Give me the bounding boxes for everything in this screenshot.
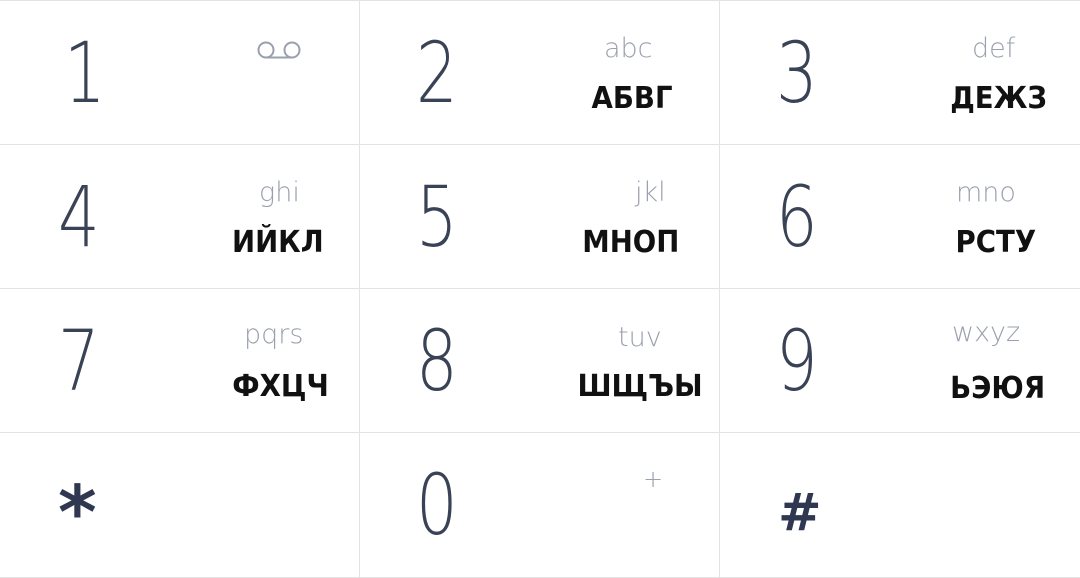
key-letters-latin: pqrs	[244, 319, 304, 350]
key-letters-cyrillic: ЬЭЮЯ	[950, 371, 1046, 406]
key-star[interactable]: *	[0, 433, 360, 578]
key-6[interactable]: 6 mno РСТУ	[720, 145, 1080, 289]
key-9[interactable]: 9 wxyz ЬЭЮЯ	[720, 289, 1080, 433]
key-letters-latin: abc	[604, 33, 653, 64]
key-digit: 7	[58, 312, 100, 410]
voicemail-icon	[257, 41, 301, 59]
key-5[interactable]: 5 jkl МНОП	[360, 145, 720, 289]
key-digit: 2	[416, 24, 458, 122]
key-digit: 5	[416, 168, 458, 266]
key-letters-cyrillic: ФХЦЧ	[232, 369, 329, 404]
key-digit: 9	[776, 312, 818, 410]
key-2[interactable]: 2 abc АБВГ	[360, 1, 720, 145]
key-digit: 0	[416, 456, 458, 554]
key-letters-cyrillic: МНОП	[582, 225, 680, 260]
key-3[interactable]: 3 def ДЕЖЗ	[720, 1, 1080, 145]
key-letters-latin: wxyz	[952, 317, 1021, 348]
key-digit: 8	[416, 312, 458, 410]
key-digit: 4	[58, 168, 100, 266]
key-letters-cyrillic: ДЕЖЗ	[950, 81, 1048, 116]
key-7[interactable]: 7 pqrs ФХЦЧ	[0, 289, 360, 433]
plus-label: +	[643, 465, 664, 493]
key-letters-latin: tuv	[618, 322, 662, 353]
key-1[interactable]: 1	[0, 1, 360, 145]
key-letters-latin: mno	[956, 177, 1016, 208]
dial-pad: 1 2 abc АБВГ 3 def ДЕЖЗ 4 ghi ИЙКЛ 5 jkl…	[0, 0, 1080, 578]
key-letters-cyrillic: РСТУ	[955, 225, 1037, 260]
key-4[interactable]: 4 ghi ИЙКЛ	[0, 145, 360, 289]
key-8[interactable]: 8 tuv ШЩЪЫ	[360, 289, 720, 433]
key-letters-latin: ghi	[259, 177, 300, 208]
key-letters-latin: def	[972, 33, 1016, 64]
hash-symbol: #	[778, 483, 822, 543]
key-letters-cyrillic: АБВГ	[591, 81, 673, 116]
key-digit: 3	[776, 24, 818, 122]
key-digit: 6	[776, 168, 818, 266]
key-0[interactable]: 0 +	[360, 433, 720, 578]
key-hash[interactable]: #	[720, 433, 1080, 578]
key-letters-cyrillic: ИЙКЛ	[231, 225, 324, 260]
key-digit: 1	[64, 24, 106, 122]
key-letters-latin: jkl	[635, 177, 666, 208]
star-symbol: *	[58, 470, 97, 556]
key-letters-cyrillic: ШЩЪЫ	[577, 369, 703, 404]
